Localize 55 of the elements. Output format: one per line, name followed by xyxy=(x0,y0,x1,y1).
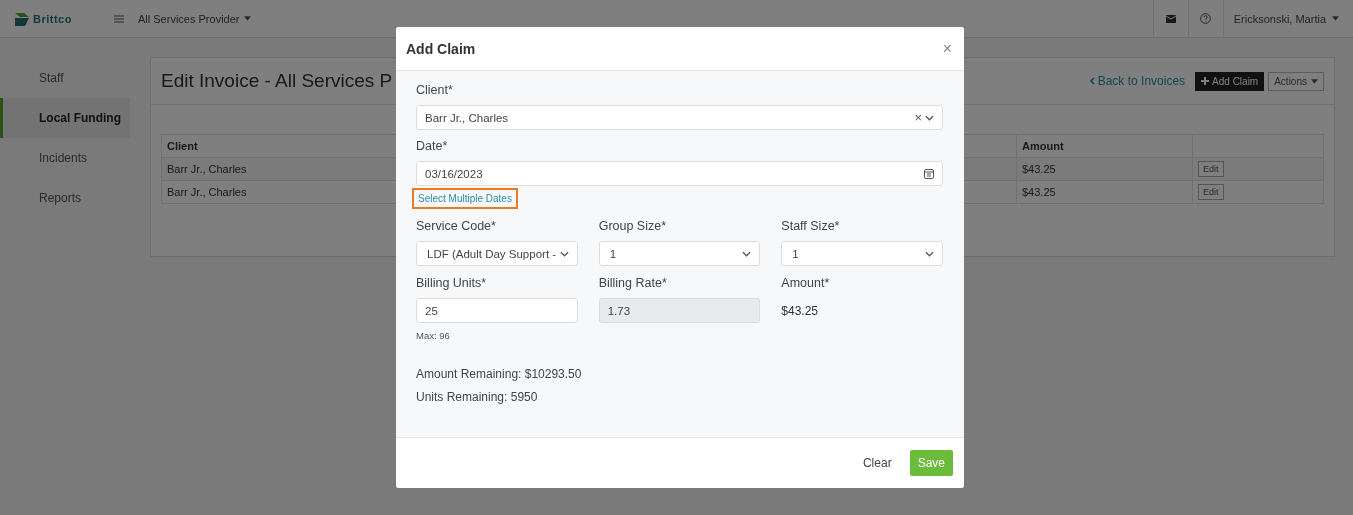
user-menu[interactable]: Ericksonski, Martia xyxy=(1222,0,1353,38)
save-button[interactable]: Save xyxy=(909,450,953,476)
table-cell: $43.25 xyxy=(1022,186,1056,198)
column-header: Client xyxy=(166,140,198,152)
chevron-down-icon xyxy=(559,250,569,257)
chevron-left-icon xyxy=(1089,77,1095,85)
field-hint: Max: 96 xyxy=(416,330,451,341)
field-label: Group Size* xyxy=(598,219,668,233)
sidebar-item[interactable]: Reports xyxy=(0,178,130,218)
field-label: Date* xyxy=(416,139,449,153)
date-field[interactable]: 03/16/2023 xyxy=(416,161,943,186)
table-cell-text: Barr Jr., Charles xyxy=(166,186,247,198)
close-button[interactable]: × xyxy=(942,39,952,58)
clear-button[interactable]: Clear xyxy=(856,455,898,471)
logo-icon xyxy=(14,10,30,27)
provider-dropdown[interactable]: All Services Provider xyxy=(138,12,252,25)
field-label: Billing Rate* xyxy=(598,276,668,290)
field-label: Client* xyxy=(416,83,454,97)
field-label: Service Code* xyxy=(416,219,497,233)
table-cell: $43.25 xyxy=(1022,163,1056,175)
chevron-down-icon xyxy=(925,250,934,257)
field-label: Amount* xyxy=(781,276,831,290)
edit-button[interactable]: Edit xyxy=(1198,184,1224,200)
caret-icon xyxy=(1311,78,1318,84)
sidebar-item[interactable]: Local Funding xyxy=(0,98,130,138)
table-cell-text: Barr Jr., Charles xyxy=(166,163,247,175)
back-link[interactable]: Back to Invoices xyxy=(1089,74,1186,88)
amount-value: $43.25 xyxy=(781,303,819,318)
page-title: Edit Invoice - All Services P xyxy=(161,70,393,92)
help-icon[interactable] xyxy=(1200,13,1212,24)
plus-icon xyxy=(1201,77,1210,85)
billing-units-field[interactable]: 25 xyxy=(416,298,578,323)
calendar-icon[interactable] xyxy=(924,168,934,179)
actions-dropdown[interactable]: Actions xyxy=(1268,71,1324,91)
dropdown-select[interactable]: 1 xyxy=(781,241,943,266)
dialog-title: Add Claim xyxy=(406,40,476,57)
column-header: Amount xyxy=(1022,140,1064,152)
dropdown-select[interactable]: 1 xyxy=(598,241,761,266)
brand-name[interactable]: Brittco xyxy=(33,12,72,25)
amount-remaining: Amount Remaining: $10293.50 xyxy=(416,367,583,381)
chevron-down-icon xyxy=(925,114,934,121)
dropdown-select[interactable]: LDF (Adult Day Support - xyxy=(416,241,578,266)
caret-icon xyxy=(244,16,252,21)
field-label: Billing Units* xyxy=(416,276,488,290)
select-multiple-dates-link[interactable]: Select Multiple Dates xyxy=(412,188,518,209)
sidebar-item[interactable]: Incidents xyxy=(0,138,130,178)
add-claim-button[interactable]: Add Claim xyxy=(1195,71,1265,91)
chevron-down-icon xyxy=(742,250,752,257)
units-remaining: Units Remaining: 5950 xyxy=(416,390,539,404)
sidebar-item[interactable]: Staff xyxy=(0,58,130,98)
edit-button[interactable]: Edit xyxy=(1198,161,1224,177)
mail-icon[interactable] xyxy=(1165,14,1176,23)
field-label: Staff Size* xyxy=(781,219,841,233)
client-select[interactable]: Barr Jr., Charles × xyxy=(416,105,943,130)
caret-icon xyxy=(1332,16,1339,21)
